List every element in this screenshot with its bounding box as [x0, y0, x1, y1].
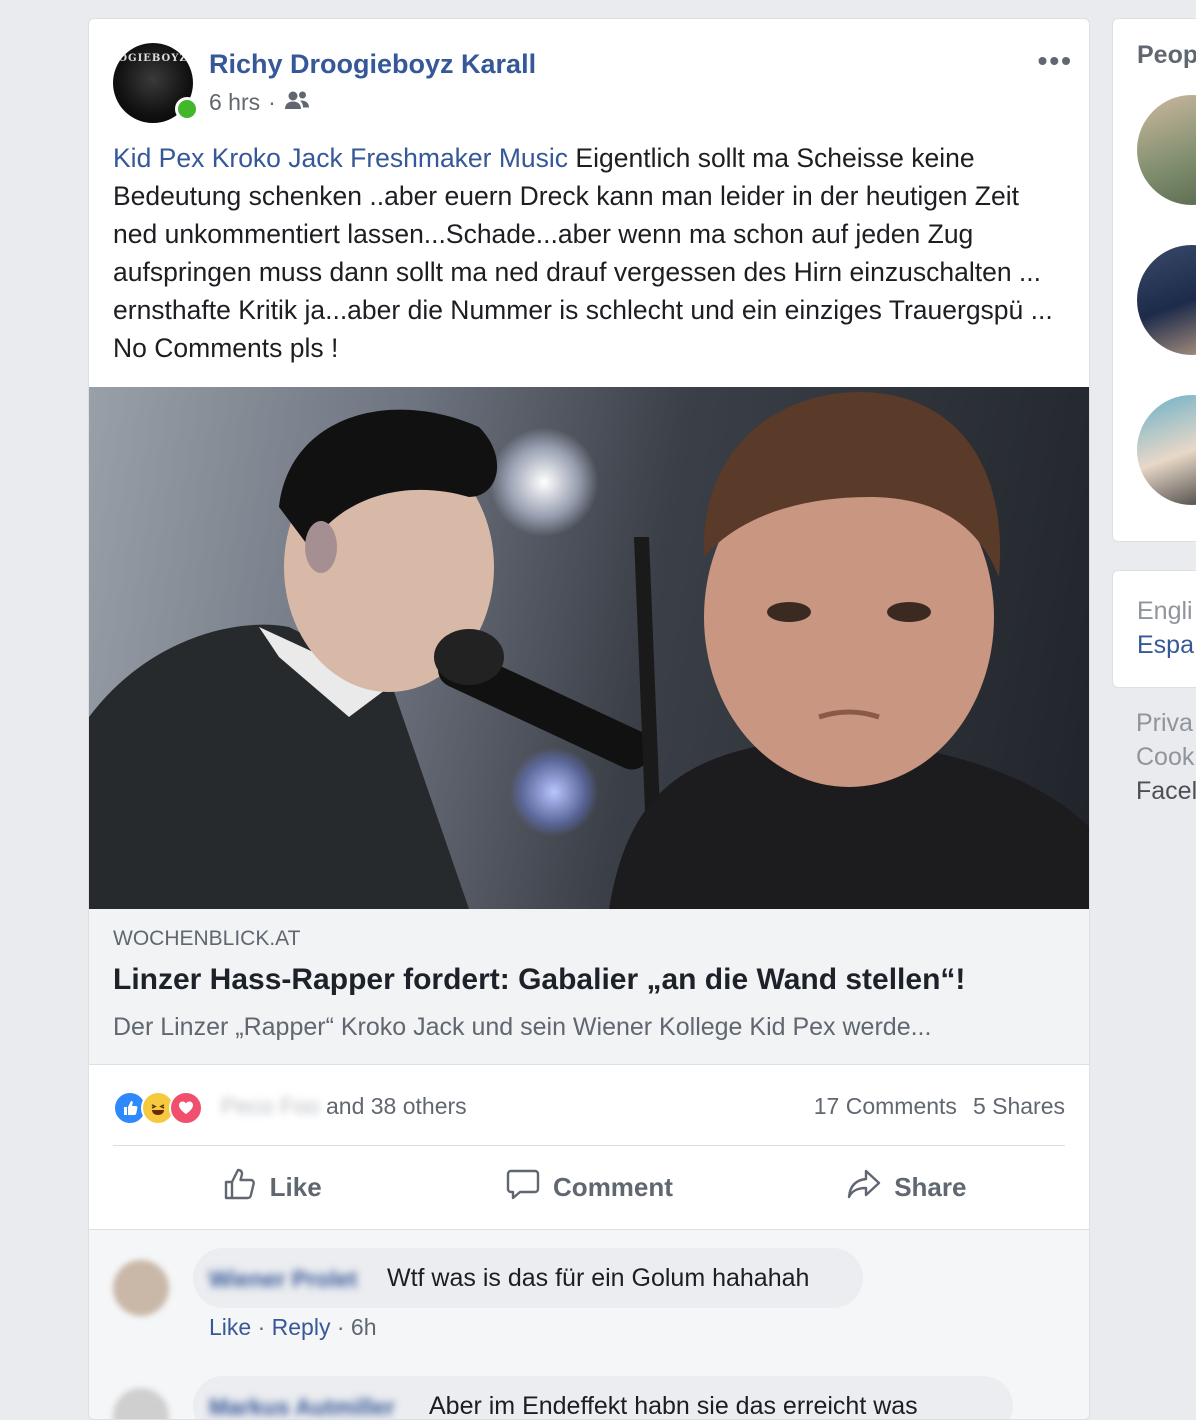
post-timestamp[interactable]: 6 hrs [209, 89, 260, 116]
comment-button[interactable]: Comment [430, 1147, 747, 1227]
link-domain: WOCHENBLICK.AT [113, 927, 301, 950]
post-stats: Peco Foo and 38 others 17 Comments 5 Sha… [113, 1089, 1065, 1125]
language-panel: Engli Espa [1112, 570, 1196, 688]
people-panel-title: Peop [1137, 41, 1196, 69]
current-language: Engli [1137, 597, 1193, 625]
footer-link-cookies[interactable]: Cook [1136, 740, 1196, 774]
comment-like-link[interactable]: Like [209, 1314, 251, 1340]
friends-icon[interactable] [284, 89, 310, 116]
commenter-name[interactable]: Wiener Prolet [209, 1266, 357, 1293]
engagement-counts: 17 Comments 5 Shares [814, 1093, 1065, 1120]
comments-count[interactable]: 17 Comments [814, 1093, 957, 1120]
thumbs-up-icon [222, 1166, 258, 1209]
comment-actions: Like · Reply · 6h [209, 1314, 377, 1340]
comment-reply-link[interactable]: Reply [272, 1314, 331, 1340]
more-options-button[interactable]: ••• [1038, 45, 1073, 77]
sidebar-footer: Priva Cook Facel [1136, 706, 1196, 808]
reaction-icons[interactable] [113, 1091, 203, 1125]
post-meta: 6 hrs · [209, 89, 310, 116]
comment-bubble: Markus Autmiller Aber im Endeffekt habn … [193, 1376, 1013, 1420]
share-button-label: Share [894, 1171, 967, 1202]
comment-bubble: Wiener Prolet Wtf was is das für ein Gol… [193, 1248, 863, 1308]
share-button[interactable]: Share [748, 1147, 1065, 1227]
reactions-others[interactable]: and 38 others [326, 1093, 467, 1120]
commenter-name[interactable]: Markus Autmiller [209, 1394, 395, 1419]
suggested-person-avatar[interactable] [1137, 95, 1196, 205]
online-status-icon [175, 97, 199, 121]
commenter-avatar[interactable] [113, 1260, 169, 1316]
post-author-name[interactable]: Richy Droogieboyz Karall [209, 49, 536, 80]
commenter-avatar[interactable] [113, 1388, 169, 1419]
stats-divider [113, 1145, 1065, 1146]
comment-text: Aber im Endeffekt habn sie das erreicht … [429, 1392, 918, 1420]
link-preview[interactable]: WOCHENBLICK.AT Linzer Hass-Rapper forder… [89, 909, 1089, 1065]
post-message: Eigentlich sollt ma Scheisse keine Bedeu… [113, 143, 1053, 363]
photo-people-illustration [89, 392, 1089, 909]
link-preview-image[interactable] [89, 387, 1089, 909]
shares-count[interactable]: 5 Shares [973, 1093, 1065, 1120]
suggested-person-avatar[interactable] [1137, 395, 1196, 505]
language-option[interactable]: Espa [1137, 631, 1194, 660]
people-you-may-know-panel: Peop [1112, 18, 1196, 542]
post-card: OGIEBOYZ Richy Droogieboyz Karall 6 hrs … [88, 18, 1090, 1420]
like-button-label: Like [269, 1171, 322, 1202]
comments-section: Wiener Prolet Wtf was is das für ein Gol… [89, 1229, 1089, 1420]
post-actions: Like Comment Share [113, 1147, 1065, 1227]
link-title[interactable]: Linzer Hass-Rapper fordert: Gabalier „an… [113, 963, 965, 997]
post-mentions-link[interactable]: Kid Pex Kroko Jack Freshmaker Music [113, 143, 568, 173]
comment-button-label: Comment [553, 1171, 673, 1202]
like-button[interactable]: Like [113, 1147, 430, 1227]
share-arrow-icon [846, 1166, 882, 1209]
post-body-text: Kid Pex Kroko Jack Freshmaker Music Eige… [113, 139, 1068, 367]
suggested-person-avatar[interactable] [1137, 245, 1196, 355]
footer-link-privacy[interactable]: Priva [1136, 706, 1196, 740]
comment-timestamp[interactable]: 6h [351, 1314, 377, 1340]
comment-text: Wtf was is das für ein Golum hahahah [387, 1264, 810, 1292]
meta-separator: · [268, 89, 276, 115]
reactor-name[interactable]: Peco Foo [221, 1093, 319, 1120]
link-description: Der Linzer „Rapper“ Kroko Jack und sein … [113, 1013, 932, 1041]
footer-copyright: Facel [1136, 777, 1196, 805]
avatar-logo-text: OGIEBOYZ [118, 53, 188, 64]
speech-bubble-icon [505, 1166, 541, 1209]
love-icon [169, 1091, 203, 1125]
